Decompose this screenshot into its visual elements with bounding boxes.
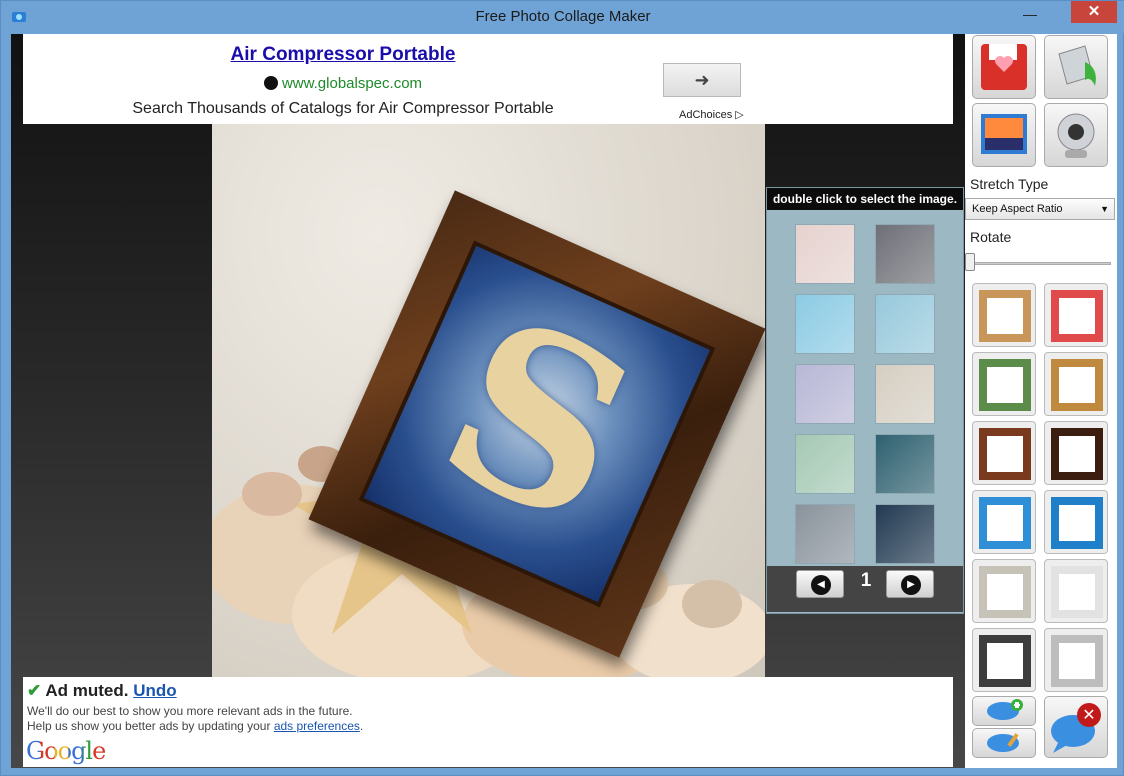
clear-bucket-button[interactable] bbox=[1044, 35, 1108, 99]
frame-dark-wood-button[interactable] bbox=[972, 421, 1036, 485]
prev-arrow-icon: ◀ bbox=[811, 575, 831, 595]
undo-link[interactable]: Undo bbox=[133, 681, 176, 700]
frame-grey-preview bbox=[1051, 635, 1103, 687]
app-window: Free Photo Collage Maker — ✕ Air Compres… bbox=[0, 0, 1124, 776]
stretch-type-value: Keep Aspect Ratio bbox=[972, 203, 1063, 215]
floppy-heart-icon bbox=[981, 44, 1027, 90]
frame-hearts-button[interactable] bbox=[1044, 283, 1108, 347]
frame-gold-button[interactable] bbox=[1044, 352, 1108, 416]
ad-muted-line: ✔ Ad muted. Undo bbox=[27, 681, 177, 701]
rotate-slider-track[interactable] bbox=[969, 262, 1111, 265]
framed-photo[interactable]: S bbox=[358, 240, 716, 608]
frame-ebony-preview bbox=[1051, 428, 1103, 480]
background-pager: ◀ 1 ▶ bbox=[767, 566, 963, 612]
webcam-button[interactable] bbox=[1044, 103, 1108, 167]
ad-arrow-button[interactable]: ➜ bbox=[663, 63, 741, 97]
bottom-ad-notice: ✔ Ad muted. Undo We'll do our best to sh… bbox=[23, 677, 953, 767]
ad-description: Search Thousands of Catalogs for Air Com… bbox=[132, 100, 554, 117]
background-thumb-sand-shells[interactable] bbox=[875, 364, 935, 424]
frame-hearts-preview bbox=[1051, 290, 1103, 342]
webcam-icon bbox=[1057, 113, 1095, 158]
frame-blue-pattern-preview bbox=[979, 497, 1031, 549]
next-page-button[interactable]: ▶ bbox=[886, 570, 934, 598]
speech-bubble-add-icon bbox=[987, 699, 1023, 720]
close-button[interactable]: ✕ bbox=[1071, 1, 1117, 23]
frame-plain-wood-button[interactable] bbox=[972, 283, 1036, 347]
ad-muted-explanation: We'll do our best to show you more relev… bbox=[27, 704, 353, 718]
speech-bubble-edit-icon bbox=[987, 733, 1019, 752]
rotate-label: Rotate bbox=[970, 229, 1012, 245]
background-thumb-night-seascape[interactable] bbox=[875, 504, 935, 564]
chevron-down-icon: ▼ bbox=[1100, 204, 1109, 214]
frame-floral-blue-button[interactable] bbox=[1044, 490, 1108, 554]
frame-stitched-preview bbox=[979, 566, 1031, 618]
frame-puzzle-preview bbox=[1051, 566, 1103, 618]
frame-green-lace-button[interactable] bbox=[972, 352, 1036, 416]
ad-title-link[interactable]: Air Compressor Portable bbox=[23, 44, 663, 66]
ad-url-text[interactable]: www.globalspec.com bbox=[282, 75, 422, 92]
prev-page-button[interactable]: ◀ bbox=[796, 570, 844, 598]
background-thumb-ocean-sky[interactable] bbox=[875, 294, 935, 354]
background-thumb-bubbles-lilac[interactable] bbox=[795, 364, 855, 424]
ad-preferences-prefix: Help us show you better ads by updating … bbox=[27, 719, 274, 733]
window-title: Free Photo Collage Maker bbox=[475, 8, 651, 25]
edit-caption-button[interactable] bbox=[972, 728, 1036, 758]
save-button[interactable] bbox=[972, 35, 1036, 99]
background-thumb-pink-paper[interactable] bbox=[795, 224, 855, 284]
background-thumb-silver-wave[interactable] bbox=[795, 504, 855, 564]
background-panel-header: double click to select the image. bbox=[767, 188, 963, 210]
frame-stitched-button[interactable] bbox=[972, 559, 1036, 623]
svg-text:✕: ✕ bbox=[1082, 705, 1095, 724]
add-caption-button[interactable] bbox=[972, 696, 1036, 726]
open-image-button[interactable] bbox=[972, 103, 1036, 167]
background-panel: double click to select the image. ◀ 1 ▶ bbox=[766, 187, 964, 614]
collage-background-image[interactable]: S bbox=[212, 124, 765, 677]
frame-blue-pattern-button[interactable] bbox=[972, 490, 1036, 554]
landscape-image-icon bbox=[981, 114, 1027, 154]
framed-photo-graphic: S bbox=[407, 264, 669, 579]
frame-floral-blue-preview bbox=[1051, 497, 1103, 549]
speech-bubble-delete-icon: ✕ bbox=[1051, 703, 1101, 753]
frame-dark-wood-preview bbox=[979, 428, 1031, 480]
ads-preferences-link[interactable]: ads preferences bbox=[274, 719, 360, 733]
ad-muted-text: Ad muted. bbox=[45, 681, 129, 700]
stretch-type-select[interactable]: Keep Aspect Ratio ▼ bbox=[965, 198, 1115, 220]
next-arrow-icon: ▶ bbox=[901, 575, 921, 595]
ad-site-icon bbox=[263, 76, 278, 90]
background-thumb-moonlit-shore[interactable] bbox=[875, 434, 935, 494]
ad-url[interactable]: www.globalspec.com bbox=[23, 75, 663, 92]
ad-preferences-line: Help us show you better ads by updating … bbox=[27, 719, 363, 733]
frame-green-lace-preview bbox=[979, 359, 1031, 411]
minimize-button[interactable]: — bbox=[1017, 4, 1043, 24]
frame-tiles-button[interactable] bbox=[972, 628, 1036, 692]
stretch-type-label: Stretch Type bbox=[970, 176, 1049, 192]
title-bar: Free Photo Collage Maker — ✕ bbox=[1, 1, 1124, 33]
background-thumb-pastel-rings[interactable] bbox=[795, 434, 855, 494]
google-logo-text: Google bbox=[26, 737, 106, 765]
check-icon: ✔ bbox=[27, 681, 42, 700]
frame-grey-button[interactable] bbox=[1044, 628, 1108, 692]
background-thumb-ornate-silver[interactable] bbox=[875, 224, 935, 284]
rotate-slider-thumb[interactable] bbox=[965, 253, 975, 271]
paint-bucket-icon bbox=[1058, 45, 1096, 86]
frame-ebony-button[interactable] bbox=[1044, 421, 1108, 485]
delete-caption-button[interactable]: ✕ bbox=[1044, 696, 1108, 758]
ad-preferences-suffix: . bbox=[359, 719, 364, 733]
frame-tiles-preview bbox=[979, 635, 1031, 687]
ad-choices-link[interactable]: AdChoices ▷ bbox=[679, 108, 744, 121]
frame-puzzle-button[interactable] bbox=[1044, 559, 1108, 623]
top-ad-banner[interactable]: Air Compressor Portable www.globalspec.c… bbox=[23, 34, 953, 124]
frame-plain-wood-preview bbox=[979, 290, 1031, 342]
google-logo: Google bbox=[26, 737, 106, 765]
frame-gold-preview bbox=[1051, 359, 1103, 411]
background-thumb-blue-water[interactable] bbox=[795, 294, 855, 354]
page-number: 1 bbox=[860, 570, 872, 591]
tools-panel: Stretch Type Keep Aspect Ratio ▼ Rotate … bbox=[965, 34, 1117, 768]
